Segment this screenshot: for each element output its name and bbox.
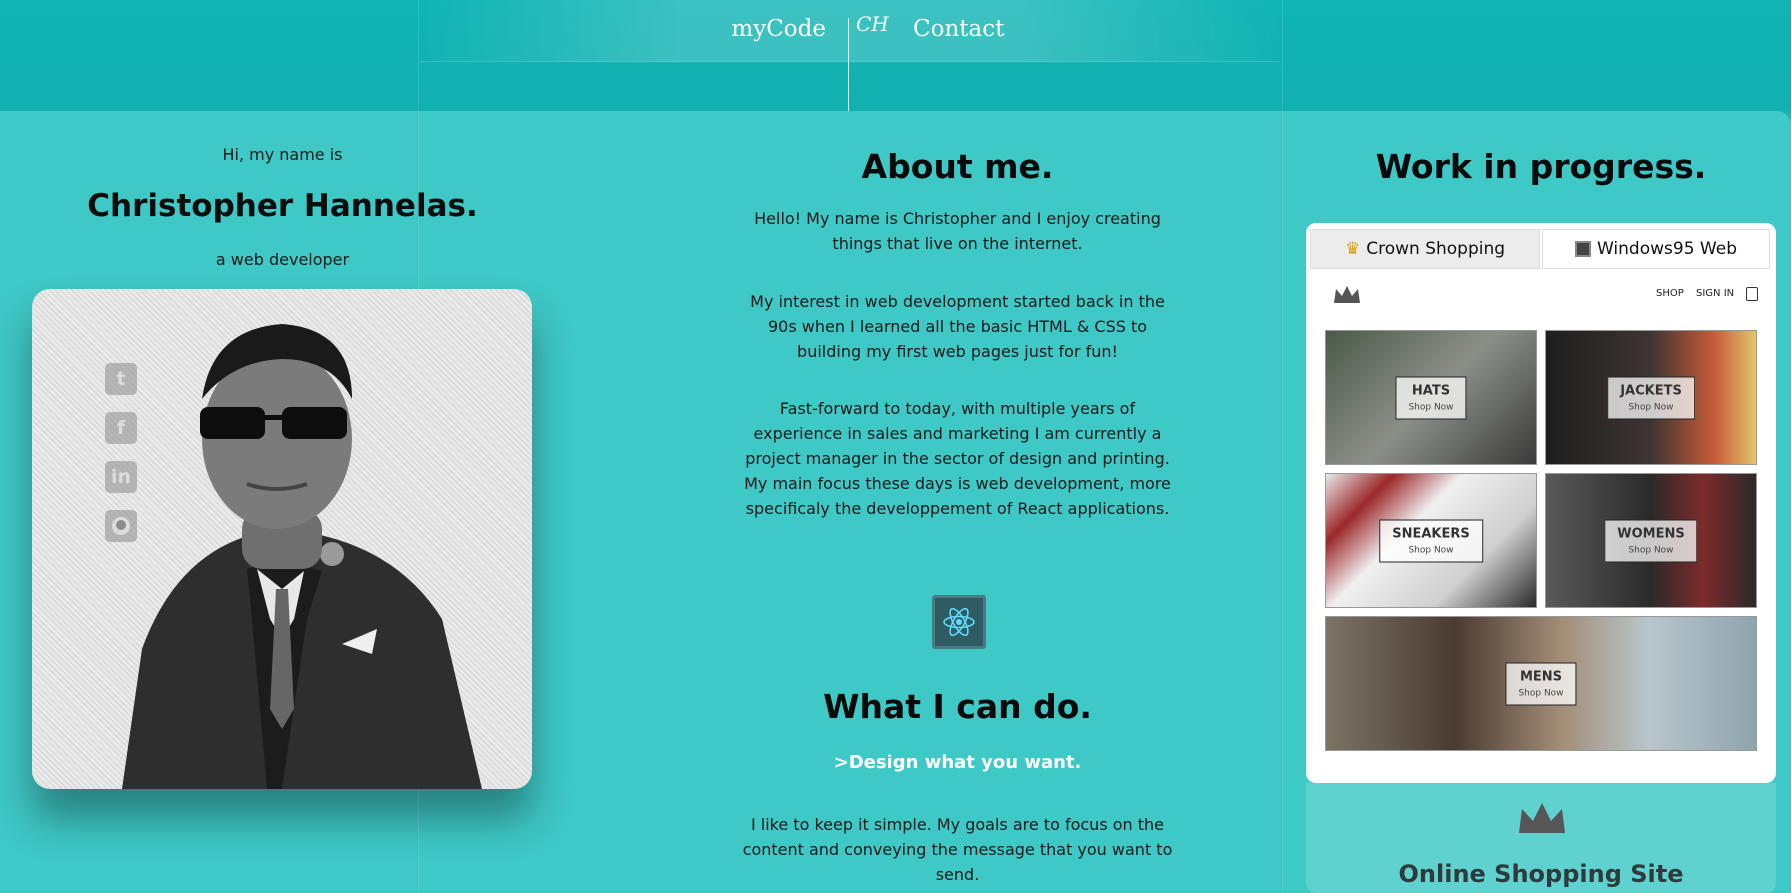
about-paragraph-1: Hello! My name is Christopher and I enjo… (754, 209, 1161, 253)
github-icon[interactable] (105, 510, 137, 542)
greeting-text: Hi, my name is (222, 145, 343, 164)
grid-line (1282, 0, 1283, 893)
shop-nav-signin-link[interactable]: SIGN IN (1696, 288, 1734, 299)
header-glow (420, 0, 1280, 62)
cando-paragraph: I like to keep it simple. My goals are t… (742, 815, 1173, 884)
shop-logo-icon[interactable] (1332, 283, 1362, 307)
tab-label: Windows95 Web (1597, 239, 1737, 259)
category-tile-jackets[interactable]: JACKETS Shop Now (1545, 330, 1757, 465)
about-paragraph-2: My interest in web development started b… (750, 292, 1165, 361)
crown-icon: ♛ (1344, 239, 1361, 259)
tile-label: MENS Shop Now (1505, 662, 1577, 705)
site-header (0, 0, 1791, 111)
tile-label: WOMENS Shop Now (1604, 519, 1698, 562)
project-title: Online Shopping Site (1398, 860, 1684, 888)
design-subtitle: >Design what you want. (833, 752, 1082, 773)
facebook-icon[interactable]: f (105, 412, 137, 444)
about-paragraph-3: Fast-forward to today, with multiple yea… (744, 399, 1171, 518)
about-title: About me. (861, 147, 1054, 186)
floppy-icon (1575, 241, 1591, 257)
tab-windows95-web[interactable]: Windows95 Web (1542, 229, 1770, 269)
nav-mycode-link[interactable]: myCode (731, 16, 826, 42)
tile-label: SNEAKERS Shop Now (1379, 519, 1483, 562)
category-tile-mens[interactable]: MENS Shop Now (1325, 616, 1757, 751)
tile-label: JACKETS Shop Now (1607, 376, 1695, 419)
tab-label: Crown Shopping (1366, 239, 1506, 259)
shop-nav-shop-link[interactable]: SHOP (1656, 288, 1684, 299)
role-text: a web developer (215, 250, 350, 269)
project-preview-panel: ♛ Crown Shopping Windows95 Web SHOP SIGN… (1306, 223, 1776, 783)
page-title: Christopher Hannelas. (87, 188, 478, 224)
what-i-can-do-title: What I can do. (823, 687, 1092, 726)
react-icon[interactable] (932, 595, 986, 649)
category-tile-hats[interactable]: HATS Shop Now (1325, 330, 1537, 465)
crown-logo-icon (1516, 799, 1568, 843)
profile-photo: t f in (32, 289, 532, 789)
category-tile-womens[interactable]: WOMENS Shop Now (1545, 473, 1757, 608)
nav-contact-link[interactable]: Contact (913, 16, 1004, 42)
work-in-progress-title: Work in progress. (1375, 147, 1707, 186)
bag-icon[interactable] (1746, 287, 1758, 301)
twitter-icon[interactable]: t (105, 363, 137, 395)
tile-label: HATS Shop Now (1395, 376, 1467, 419)
nav-divider (848, 18, 849, 118)
ch-logo[interactable]: CH (856, 12, 889, 36)
tab-crown-shopping[interactable]: ♛ Crown Shopping (1310, 229, 1540, 269)
linkedin-icon[interactable]: in (105, 461, 137, 493)
category-tile-sneakers[interactable]: SNEAKERS Shop Now (1325, 473, 1537, 608)
